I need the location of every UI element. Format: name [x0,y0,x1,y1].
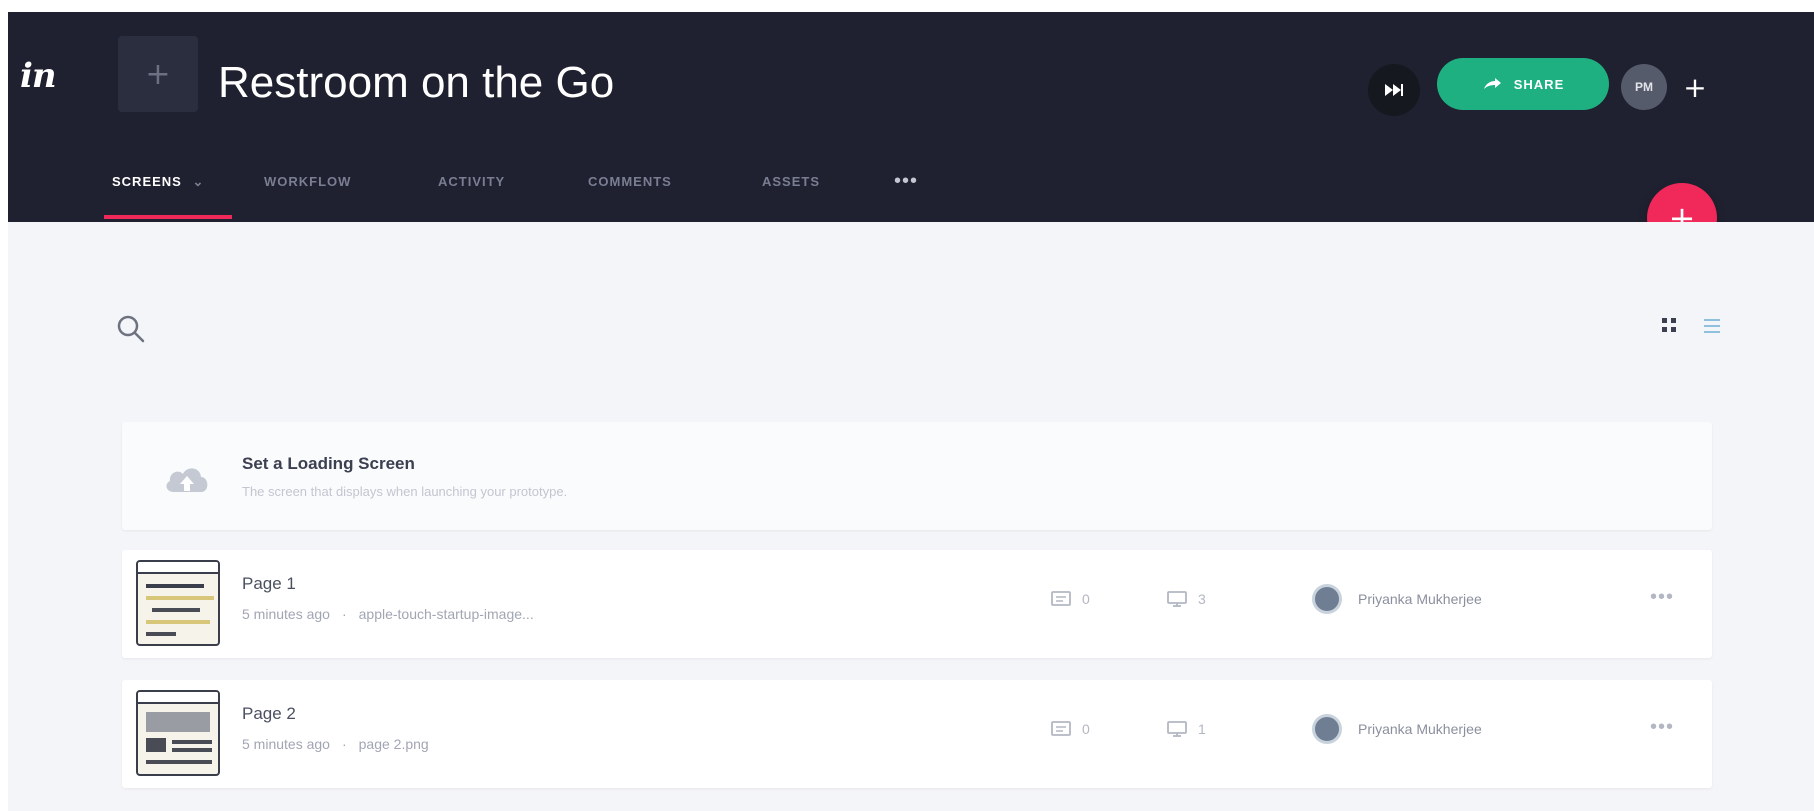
tab-comments[interactable]: COMMENTS [588,174,672,222]
thumbnail-image [146,712,210,732]
thumbnail-line [146,738,166,752]
invision-logo[interactable]: in [20,56,57,96]
comment-icon [1051,591,1071,606]
owner-avatar [1312,584,1342,614]
separator-dot: · [341,606,347,622]
tab-workflow[interactable]: WORKFLOW [264,174,351,222]
screen-filename: page 2.png [358,736,429,752]
screen-name[interactable]: Page 2 [242,704,296,724]
share-button[interactable]: SHARE [1437,58,1609,110]
loading-screen-title: Set a Loading Screen [242,454,415,473]
user-avatar[interactable]: PM [1621,64,1667,110]
row-more-button[interactable]: ••• [1650,716,1674,739]
page: in + Restroom on the Go SHARE PM + SCREE… [0,0,1814,811]
screen-row[interactable]: Page 2 5 minutes ago · page 2.png 0 1 Priy… [122,680,1712,788]
share-arrow-icon [1483,78,1501,89]
screen-time: 5 minutes ago [242,606,330,622]
monitor-icon [1167,721,1187,737]
comment-count[interactable]: 0 [1050,720,1090,738]
comment-count[interactable]: 0 [1050,590,1090,608]
thumbnail-line [146,760,212,764]
thumbnail-line [146,620,210,624]
separator-dot: · [341,736,347,752]
screen-meta: 5 minutes ago · apple-touch-startup-image.… [242,606,534,622]
monitor-icon [1167,591,1187,607]
row-more-button[interactable]: ••• [1650,586,1674,609]
list-view-icon[interactable] [1702,316,1722,336]
preview-button[interactable] [1368,64,1420,116]
screen-owner: Priyanka Mukherjee [1312,584,1482,614]
thumbnail-header [138,692,218,704]
view-count[interactable]: 3 [1166,590,1206,608]
loading-screen-card[interactable]: Set a Loading Screen The screen that dis… [122,422,1712,530]
comment-icon [1051,721,1071,736]
screen-thumbnail[interactable] [136,690,220,776]
active-tab-indicator [104,215,232,219]
screen-thumbnail[interactable] [136,560,220,646]
owner-name: Priyanka Mukherjee [1358,591,1482,607]
thumbnail-line [152,608,200,612]
tab-activity[interactable]: ACTIVITY [438,174,505,222]
cloud-upload-icon [166,468,208,492]
grid-view-icon[interactable] [1660,316,1680,336]
thumbnail-line [146,596,214,600]
thumbnail-line [146,584,204,588]
chevron-down-icon: ⌄ [192,174,205,189]
owner-name: Priyanka Mukherjee [1358,721,1482,737]
project-title: Restroom on the Go [218,58,615,107]
search-icon[interactable] [116,314,146,344]
thumbnail-line [146,632,176,636]
screen-row[interactable]: Page 1 5 minutes ago · apple-touch-startup… [122,550,1712,658]
thumbnail-line [172,748,212,752]
project-add-button[interactable]: + [118,36,198,112]
plus-icon: + [145,56,171,92]
app-header: in + Restroom on the Go SHARE PM + SCREE… [8,12,1814,222]
fast-forward-icon [1385,84,1403,96]
screen-name[interactable]: Page 1 [242,574,296,594]
view-count[interactable]: 1 [1166,720,1206,738]
add-collaborator-button[interactable]: + [1672,64,1718,110]
thumbnail-line [172,740,212,744]
screen-time: 5 minutes ago [242,736,330,752]
tab-assets[interactable]: ASSETS [762,174,820,222]
screens-panel: Set a Loading Screen The screen that dis… [8,222,1814,811]
share-label: SHARE [1513,76,1565,92]
owner-avatar [1312,714,1342,744]
tabs-more-button[interactable]: ••• [894,170,918,193]
thumbnail-header [138,562,218,574]
loading-screen-subtitle: The screen that displays when launching … [242,484,568,499]
screen-filename: apple-touch-startup-image... [358,606,534,622]
screen-owner: Priyanka Mukherjee [1312,714,1482,744]
screen-meta: 5 minutes ago · page 2.png [242,736,429,752]
